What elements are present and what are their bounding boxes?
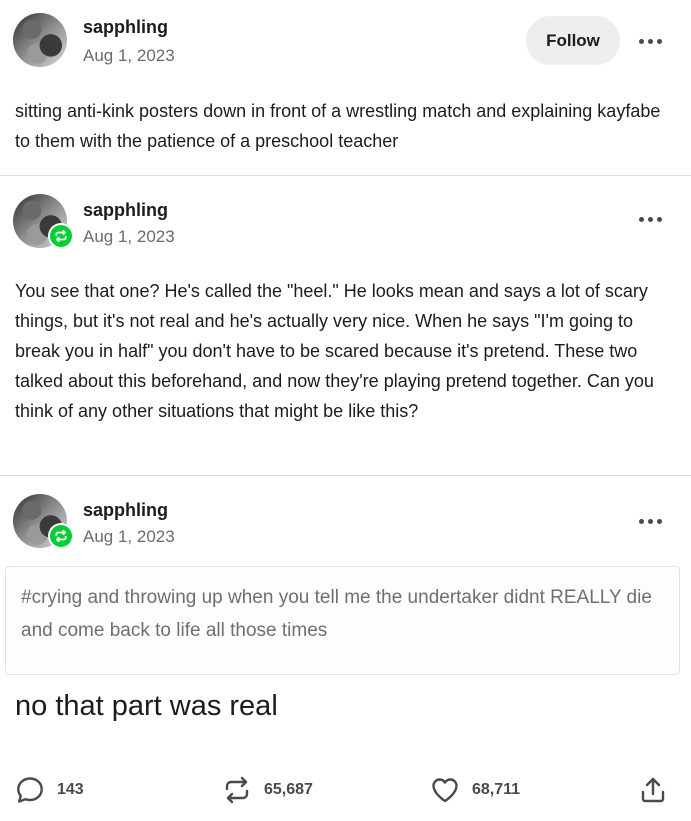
username[interactable]: sapphling (83, 500, 168, 521)
like-button[interactable]: 68,711 (430, 770, 520, 810)
speech-bubble-icon (17, 777, 43, 803)
likes-count: 68,711 (472, 781, 521, 798)
post-big-text: no that part was real (15, 690, 278, 722)
post-text: You see that one? He's called the "heel.… (15, 281, 654, 421)
original-post: sapphling Aug 1, 2023 Follow sitting ant… (0, 0, 691, 175)
follow-button[interactable]: Follow (526, 16, 620, 65)
share-upload-icon (641, 777, 665, 803)
reblog-badge-icon (48, 523, 74, 549)
reblog-post: sapphling Aug 1, 2023 #crying and throwi… (0, 475, 691, 821)
reblog-arrows-icon (225, 776, 249, 804)
reblog-button[interactable]: 65,687 (222, 770, 313, 810)
avatar[interactable] (13, 13, 67, 67)
share-button[interactable] (638, 770, 668, 810)
more-options-icon[interactable] (636, 209, 664, 229)
reblog-badge-icon (48, 223, 74, 249)
replies-count: 143 (57, 781, 84, 798)
reblog-post: sapphling Aug 1, 2023 You see that one? … (0, 175, 691, 475)
post-text: sitting anti-kink posters down in front … (15, 101, 661, 151)
replies-button[interactable]: 143 (15, 770, 84, 810)
more-options-icon[interactable] (636, 31, 664, 51)
more-options-icon[interactable] (636, 511, 664, 531)
post-date[interactable]: Aug 1, 2023 (83, 227, 175, 247)
post-actions: 143 65,687 68,711 (0, 770, 691, 810)
username[interactable]: sapphling (83, 200, 168, 221)
reblogs-count: 65,687 (264, 781, 313, 798)
heart-icon (432, 778, 458, 803)
tag-quote: #crying and throwing up when you tell me… (5, 566, 680, 675)
username[interactable]: sapphling (83, 17, 168, 38)
post-date[interactable]: Aug 1, 2023 (83, 527, 175, 547)
post-date[interactable]: Aug 1, 2023 (83, 46, 175, 66)
